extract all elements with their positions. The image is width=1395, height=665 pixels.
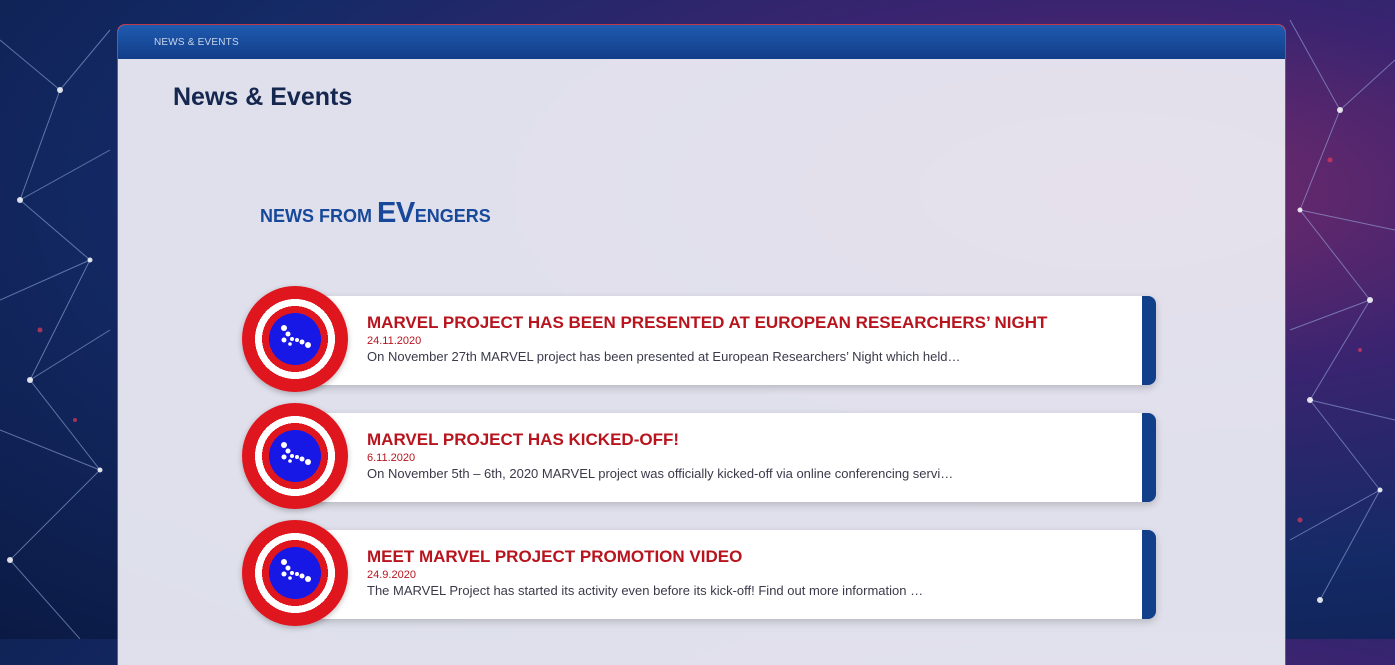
section-heading-prefix: NEWS FROM <box>260 206 377 226</box>
news-item[interactable]: MEET MARVEL PROJECT PROMOTION VIDEO 24.9… <box>242 520 1156 630</box>
news-item[interactable]: MARVEL PROJECT HAS KICKED-OFF! 6.11.2020… <box>242 403 1156 513</box>
news-date: 24.9.2020 <box>367 569 416 581</box>
news-date: 24.11.2020 <box>367 335 422 347</box>
page-title: News & Events <box>173 83 353 111</box>
news-excerpt: On November 5th – 6th, 2020 MARVEL proje… <box>367 466 954 481</box>
breadcrumb-current: NEWS & EVENTS <box>154 36 239 48</box>
section-heading: NEWS FROM EVENGERS <box>260 197 491 230</box>
news-excerpt: The MARVEL Project has started its activ… <box>367 583 924 598</box>
news-item[interactable]: MARVEL PROJECT HAS BEEN PRESENTED AT EUR… <box>242 286 1156 396</box>
content-panel: NEWS & EVENTS News & Events NEWS FROM EV… <box>117 24 1286 665</box>
news-title-link[interactable]: MARVEL PROJECT HAS KICKED-OFF! <box>367 430 1127 450</box>
news-text: MARVEL PROJECT HAS BEEN PRESENTED AT EUR… <box>367 313 1127 364</box>
marvel-shield-icon <box>242 286 348 392</box>
marvel-shield-icon <box>242 403 348 509</box>
news-title-link[interactable]: MARVEL PROJECT HAS BEEN PRESENTED AT EUR… <box>367 313 1127 333</box>
breadcrumb: NEWS & EVENTS <box>118 25 1285 59</box>
section-heading-highlight: EV <box>377 197 415 229</box>
news-title-link[interactable]: MEET MARVEL PROJECT PROMOTION VIDEO <box>367 547 1127 567</box>
news-text: MARVEL PROJECT HAS KICKED-OFF! 6.11.2020… <box>367 430 1127 481</box>
news-excerpt: On November 27th MARVEL project has been… <box>367 349 961 364</box>
news-text: MEET MARVEL PROJECT PROMOTION VIDEO 24.9… <box>367 547 1127 598</box>
section-heading-suffix: ENGERS <box>414 206 491 226</box>
news-date: 6.11.2020 <box>367 452 416 464</box>
marvel-shield-icon <box>242 520 348 626</box>
